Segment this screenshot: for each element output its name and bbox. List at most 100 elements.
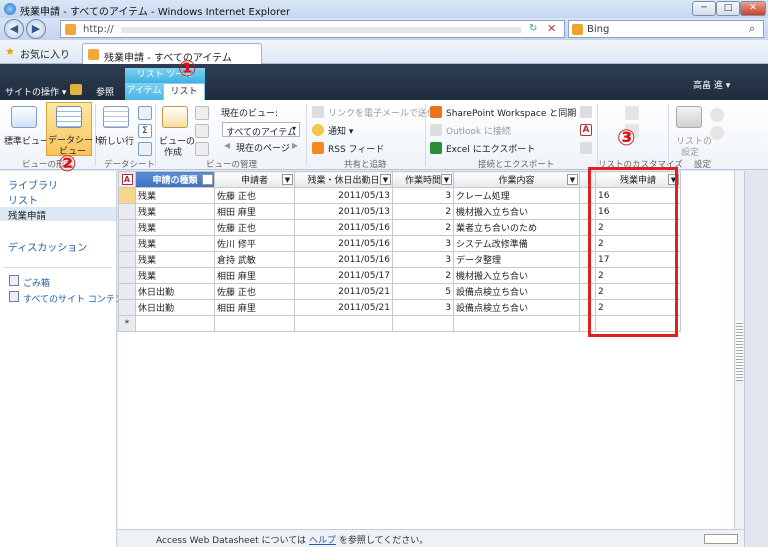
table-cell[interactable]: 2011/05/16 <box>294 251 393 268</box>
refresh-data-icon[interactable] <box>138 142 152 156</box>
table-cell[interactable]: 3 <box>392 187 454 204</box>
table-cell[interactable]: クレーム処理 <box>453 187 580 204</box>
table-cell[interactable] <box>453 315 580 332</box>
rss-button[interactable]: RSS フィード <box>328 142 384 155</box>
table-cell[interactable]: 残業 <box>135 235 215 252</box>
show-taskpane-icon[interactable] <box>138 106 152 120</box>
browser-tab[interactable]: 残業申請 - すべてのアイテム <box>82 43 262 64</box>
scroll-thumb[interactable] <box>736 321 743 381</box>
favorites-label[interactable]: お気に入り <box>20 46 70 61</box>
chevron-down-icon[interactable]: ▼ <box>441 174 452 185</box>
current-page-pager[interactable]: ◀ 現在のページ ▶ <box>222 140 300 154</box>
nav-all-content[interactable]: すべてのサイト コンテンツ <box>23 292 133 305</box>
table-cell[interactable]: 2 <box>392 219 454 236</box>
table-cell[interactable]: データ整理 <box>453 251 580 268</box>
table-cell[interactable]: 設備点検立ち合い <box>453 299 580 316</box>
row-header[interactable] <box>118 283 136 300</box>
row-header[interactable] <box>118 203 136 220</box>
search-icon[interactable]: ⌕ <box>749 22 755 36</box>
project-icon[interactable] <box>580 142 592 154</box>
window-scrollbar[interactable] <box>744 171 768 547</box>
column-header-hours[interactable]: 作業時間 ▼ <box>392 171 454 188</box>
row-header[interactable] <box>118 187 136 204</box>
table-cell[interactable]: 残業 <box>135 203 215 220</box>
table-cell[interactable]: 設備点検立ち合い <box>453 283 580 300</box>
row-header[interactable] <box>118 299 136 316</box>
table-cell[interactable]: 2011/05/16 <box>294 219 393 236</box>
tab-browse[interactable]: 参照 <box>96 85 114 98</box>
tab-items[interactable]: アイテム <box>125 83 163 100</box>
row-header[interactable] <box>118 251 136 268</box>
chevron-down-icon[interactable]: ▼ <box>282 174 293 185</box>
table-cell[interactable] <box>392 315 454 332</box>
chevron-down-icon[interactable]: ▼ <box>202 174 213 185</box>
table-cell[interactable]: 機材搬入立ち合い <box>453 203 580 220</box>
alert-button[interactable]: 通知 ▾ <box>328 124 353 137</box>
modify-view-icon[interactable] <box>195 106 209 120</box>
table-cell[interactable]: 佐川 修平 <box>214 235 295 252</box>
user-menu[interactable]: 高畠 進 ▾ <box>693 78 730 91</box>
nav-lists[interactable]: リスト <box>8 192 38 207</box>
table-cell[interactable] <box>294 315 393 332</box>
excel-button[interactable]: Excel にエクスポート <box>446 142 535 155</box>
chevron-down-icon[interactable]: ▼ <box>380 174 391 185</box>
chevron-down-icon[interactable]: ▼ <box>567 174 578 185</box>
table-cell[interactable]: 休日出勤 <box>135 299 215 316</box>
forward-arrow-icon[interactable]: ▶ <box>26 19 46 39</box>
table-cell[interactable]: 3 <box>392 299 454 316</box>
table-cell[interactable]: 2 <box>392 267 454 284</box>
table-cell[interactable]: 3 <box>392 251 454 268</box>
column-header-work[interactable]: 作業内容 ▼ <box>453 171 580 188</box>
outlook-button[interactable]: Outlook に接続 <box>446 124 511 137</box>
address-bar[interactable]: http:// ↻ ✕ <box>60 20 565 38</box>
access-icon[interactable]: A <box>580 124 592 136</box>
table-cell[interactable] <box>214 315 295 332</box>
grid-scrollbar[interactable] <box>734 171 744 529</box>
star-icon[interactable]: ★ <box>5 45 15 58</box>
row-header[interactable] <box>118 219 136 236</box>
navigate-up-icon-2[interactable] <box>195 142 209 156</box>
datasheet-view-button[interactable]: データシート ビュー <box>46 102 102 157</box>
form-web-parts-icon[interactable] <box>625 106 639 120</box>
sp-workspace-button[interactable]: SharePoint Workspace と同期 <box>446 106 576 119</box>
new-row-marker[interactable]: * <box>118 315 136 332</box>
table-cell[interactable]: 2011/05/17 <box>294 267 393 284</box>
table-cell[interactable]: 残業 <box>135 219 215 236</box>
table-cell[interactable]: 休日出勤 <box>135 283 215 300</box>
table-cell[interactable]: システム改修準備 <box>453 235 580 252</box>
table-cell[interactable]: 倉持 武敏 <box>214 251 295 268</box>
current-view-select[interactable]: すべてのアイテム ▾ <box>222 122 300 138</box>
standard-view-button[interactable]: 標準ビュー <box>4 104 49 154</box>
create-view-button[interactable]: ビューの 作成 <box>158 104 195 158</box>
table-cell[interactable]: 2011/05/13 <box>294 203 393 220</box>
column-header-date[interactable]: 残業・休日出勤日 ▼ <box>294 171 393 188</box>
prev-page-icon[interactable]: ◀ <box>224 141 230 150</box>
nav-recycle-bin[interactable]: ごみ箱 <box>23 276 50 289</box>
table-cell[interactable]: 相田 麻里 <box>214 203 295 220</box>
nav-libraries[interactable]: ライブラリ <box>8 177 58 192</box>
table-cell[interactable]: 2011/05/21 <box>294 299 393 316</box>
table-cell[interactable]: 佐藤 正也 <box>214 187 295 204</box>
help-link[interactable]: ヘルプ <box>309 536 336 546</box>
table-cell[interactable]: 2 <box>392 203 454 220</box>
table-cell[interactable]: 3 <box>392 235 454 252</box>
back-arrow-icon[interactable]: ◀ <box>4 19 24 39</box>
select-all-cell[interactable]: A <box>118 171 136 188</box>
table-cell[interactable]: 業者立ち合いのため <box>453 219 580 236</box>
row-header[interactable] <box>118 235 136 252</box>
nav-current-list[interactable]: 残業申請 <box>0 207 116 222</box>
table-cell[interactable]: 機材搬入立ち合い <box>453 267 580 284</box>
table-cell[interactable]: 佐藤 正也 <box>214 283 295 300</box>
workflow-icon[interactable] <box>710 126 724 140</box>
list-settings-button[interactable]: リストの 設定 <box>672 104 712 158</box>
create-column-icon[interactable] <box>195 124 209 138</box>
table-cell[interactable]: 残業 <box>135 187 215 204</box>
table-cell[interactable]: 2011/05/21 <box>294 283 393 300</box>
table-cell[interactable]: 相田 麻里 <box>214 299 295 316</box>
stop-icon[interactable]: ✕ <box>547 22 556 35</box>
visio-icon[interactable] <box>580 106 592 118</box>
totals-icon[interactable]: Σ <box>138 124 152 138</box>
close-button[interactable]: ✕ <box>740 1 766 16</box>
table-cell[interactable]: 5 <box>392 283 454 300</box>
table-cell[interactable]: 残業 <box>135 267 215 284</box>
